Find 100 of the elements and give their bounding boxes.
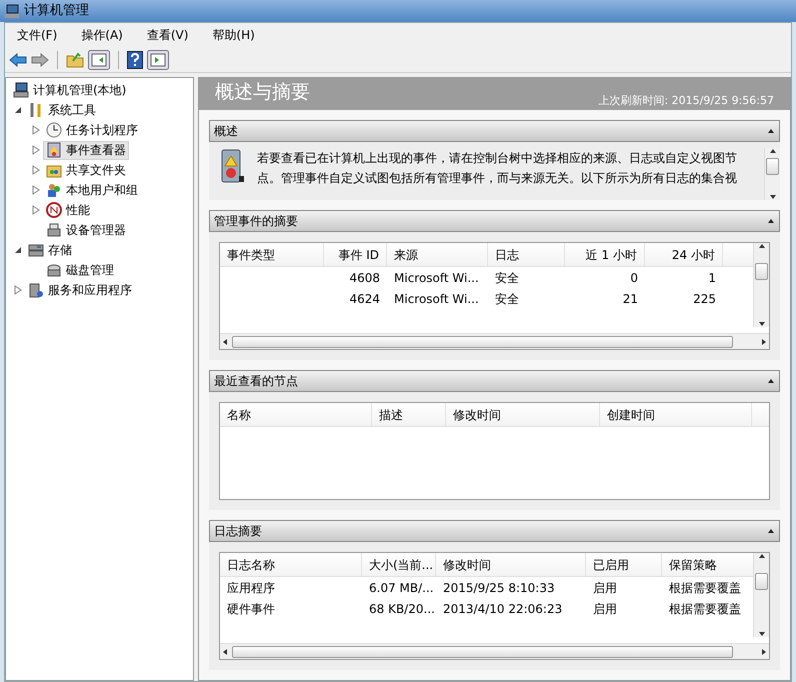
column-header[interactable]: 名称 [220,403,372,426]
folder-icon[interactable] [66,52,84,68]
disk-icon [46,262,62,278]
table-cell-text: 硬件事件 [226,600,276,618]
column-header[interactable]: 日志 [488,243,565,266]
column-header[interactable]: 已启用 [586,553,662,576]
tree-item[interactable]: 系统工具 [25,100,99,120]
window-title: 计算机管理 [24,2,89,20]
column-header[interactable]: 24 小时 [645,243,723,266]
collapse-arrow-icon[interactable] [767,528,775,534]
tree-item[interactable]: 磁盘管理 [43,260,117,280]
scroll-right-arrow-icon[interactable] [761,338,767,346]
scroll-left-arrow-icon[interactable] [222,648,228,656]
tree-item[interactable]: 服务和应用程序 [25,280,135,300]
server-icon [28,282,44,298]
table-cell-text: 2015/9/25 8:10:33 [442,580,556,596]
tree-item[interactable]: 计算机管理(本地) [10,80,130,100]
table-cell-text: 4624 [348,290,381,308]
page-title: 概述与摘要 [215,80,310,105]
section-title: 概述 [214,123,238,140]
scroll-thumb[interactable] [755,263,768,280]
section-header[interactable]: 最近查看的节点 [209,370,780,392]
scroll-up-arrow-icon[interactable] [758,243,766,249]
collapsed-arrow-icon[interactable] [14,285,22,295]
menu-item[interactable]: 查看(V) [138,26,196,44]
scrollbar[interactable] [753,243,769,327]
table-cell-text: 21 [622,290,639,308]
storage-icon [28,242,44,258]
collapsed-arrow-icon[interactable] [32,185,40,195]
scroll-right-arrow-icon[interactable] [761,648,767,656]
table-cell-text: 根据需要覆盖 [668,600,742,618]
table-cell-text: 启用 [592,580,618,596]
back-arrow-icon[interactable] [9,52,27,66]
gauge-icon [46,202,62,218]
horizontal-scrollbar[interactable] [220,643,769,659]
scroll-down-arrow-icon[interactable] [758,320,766,327]
tree-item[interactable]: 存储 [25,240,75,260]
collapse-arrow-icon[interactable] [767,218,775,224]
column-header[interactable]: 事件 ID [324,243,387,266]
column-header[interactable]: 描述 [372,403,446,426]
scroll-up-arrow-icon[interactable] [768,148,776,154]
menu-item[interactable]: 文件(F) [9,26,66,44]
scroll-thumb[interactable] [755,573,768,590]
table-cell-text: 安全 [494,270,520,286]
table-cell-text: 启用 [592,600,618,618]
table-cell-text: 4608 [348,270,381,286]
table-cell-text: 根据需要覆盖 [668,580,742,596]
column-header[interactable]: 创建时间 [600,403,752,426]
column-header[interactable]: 事件类型 [220,243,324,266]
section-header[interactable]: 管理事件的摘要 [209,210,780,232]
collapsed-arrow-icon[interactable] [32,165,40,175]
table-cell-text: Microsoft Wi... [393,290,480,308]
tree-item[interactable]: 性能 [43,200,93,220]
column-header[interactable]: 日志名称 [220,553,362,576]
scroll-thumb[interactable] [232,336,733,348]
panel-toggle-icon[interactable] [88,50,110,70]
scrollbar[interactable] [753,553,769,637]
table-cell-text: 2013/4/10 22:06:23 [442,600,564,618]
table-cell-text: 应用程序 [226,580,276,596]
section-header[interactable]: 日志摘要 [209,520,780,542]
collapsed-arrow-icon[interactable] [32,205,40,215]
scroll-thumb[interactable] [766,158,779,175]
tree-item[interactable]: 事件查看器 [43,140,129,160]
clock-icon [46,122,62,138]
forward-arrow-icon[interactable] [31,52,49,66]
table-cell-text: 安全 [494,290,520,308]
column-header[interactable]: 来源 [387,243,488,266]
computer-icon [4,3,20,19]
scrollbar[interactable] [764,148,780,200]
section-title: 最近查看的节点 [214,373,298,390]
table-cell-text: 0 [629,270,639,286]
scroll-thumb[interactable] [232,646,733,658]
expanded-arrow-icon[interactable] [14,106,22,114]
scroll-up-arrow-icon[interactable] [758,553,766,559]
menu-item[interactable]: 操作(A) [73,26,131,44]
table-cell-text: 225 [692,290,717,308]
tree-item[interactable]: 设备管理器 [43,220,129,240]
collapsed-arrow-icon[interactable] [32,125,40,135]
horizontal-scrollbar[interactable] [220,333,769,349]
menu-item[interactable]: 帮助(H) [204,26,263,44]
tree-item[interactable]: 任务计划程序 [43,120,141,140]
collapsed-arrow-icon[interactable] [32,145,40,155]
column-header[interactable]: 近 1 小时 [565,243,645,266]
scroll-down-arrow-icon[interactable] [758,630,766,637]
tree-item[interactable]: 本地用户和组 [43,180,141,200]
collapse-arrow-icon[interactable] [767,128,775,134]
column-header[interactable]: 修改时间 [436,553,586,576]
section-header[interactable]: 概述 [209,120,780,142]
tree-item[interactable]: 共享文件夹 [43,160,129,180]
help-icon[interactable] [127,50,143,68]
action-pane-icon[interactable] [147,50,169,70]
column-header[interactable]: 大小(当前... [362,553,436,576]
expanded-arrow-icon[interactable] [14,246,22,254]
collapse-arrow-icon[interactable] [767,378,775,384]
section-title: 日志摘要 [214,523,262,540]
event-log-icon [46,142,62,158]
scroll-left-arrow-icon[interactable] [222,338,228,346]
scroll-down-arrow-icon[interactable] [768,194,776,200]
column-header[interactable]: 修改时间 [446,403,600,426]
users-icon [46,182,62,198]
